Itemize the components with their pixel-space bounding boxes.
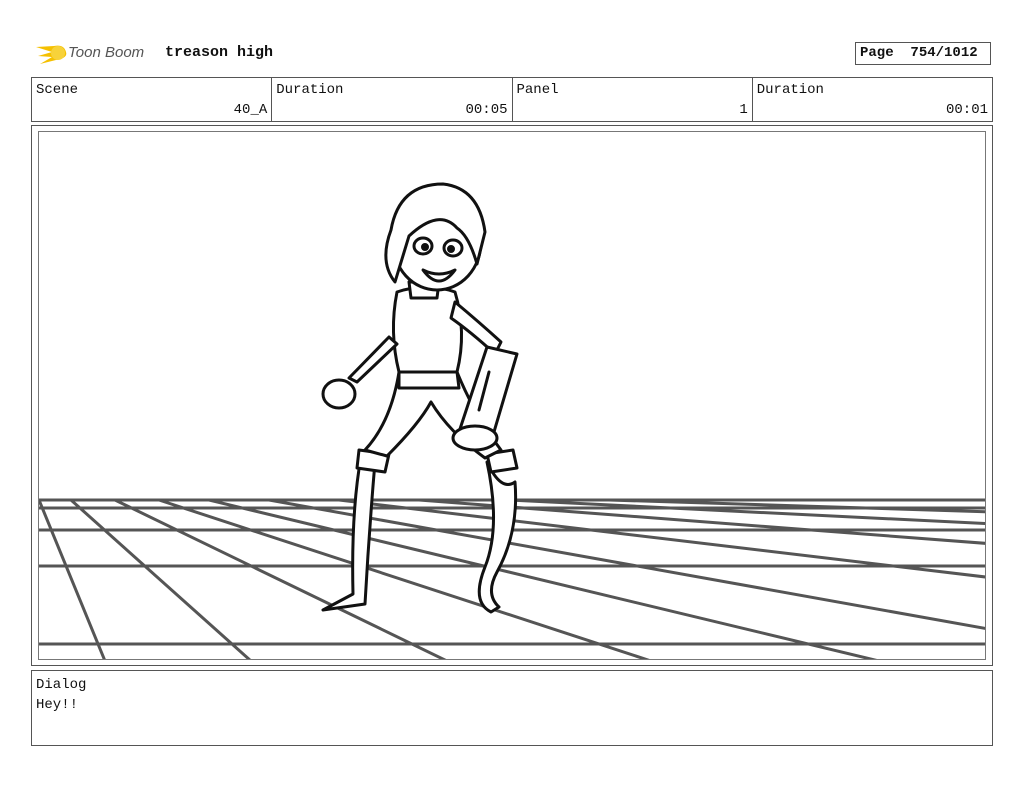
panel-label: Panel: [516, 82, 559, 98]
dialog-box: Dialog Hey!!: [31, 670, 993, 746]
scene-label: Scene: [36, 82, 79, 98]
scene-cell: Scene 40_A: [32, 78, 273, 121]
scene-duration-cell: Duration 00:05: [272, 78, 513, 121]
scene-value: 40_A: [233, 102, 268, 118]
panel-cell: Panel 1: [513, 78, 753, 121]
page-value: 754/1012: [910, 45, 978, 61]
panel-duration-label: Duration: [756, 82, 824, 98]
character-sketch: [321, 182, 519, 614]
dialog-text: Hey!!: [36, 697, 79, 713]
panel-artwork: [38, 131, 986, 660]
comet-icon: [36, 45, 67, 64]
scene-duration-value: 00:05: [465, 102, 508, 118]
scene-duration-label: Duration: [276, 82, 344, 98]
panel-value: 1: [739, 102, 748, 118]
storyboard-panel: [31, 125, 993, 666]
page-label: Page: [860, 45, 894, 61]
page-counter: Page 754/1012: [855, 42, 991, 65]
panel-duration-cell: Duration 00:01: [753, 78, 992, 121]
scene-info-row: Scene 40_A Duration 00:05 Panel 1 Durati…: [31, 77, 993, 122]
dialog-label: Dialog: [36, 677, 87, 693]
panel-duration-value: 00:01: [945, 102, 988, 118]
project-title: treason high: [165, 44, 274, 61]
panel-sketch: [39, 182, 985, 659]
logo-text: Toon Boom: [68, 44, 145, 61]
